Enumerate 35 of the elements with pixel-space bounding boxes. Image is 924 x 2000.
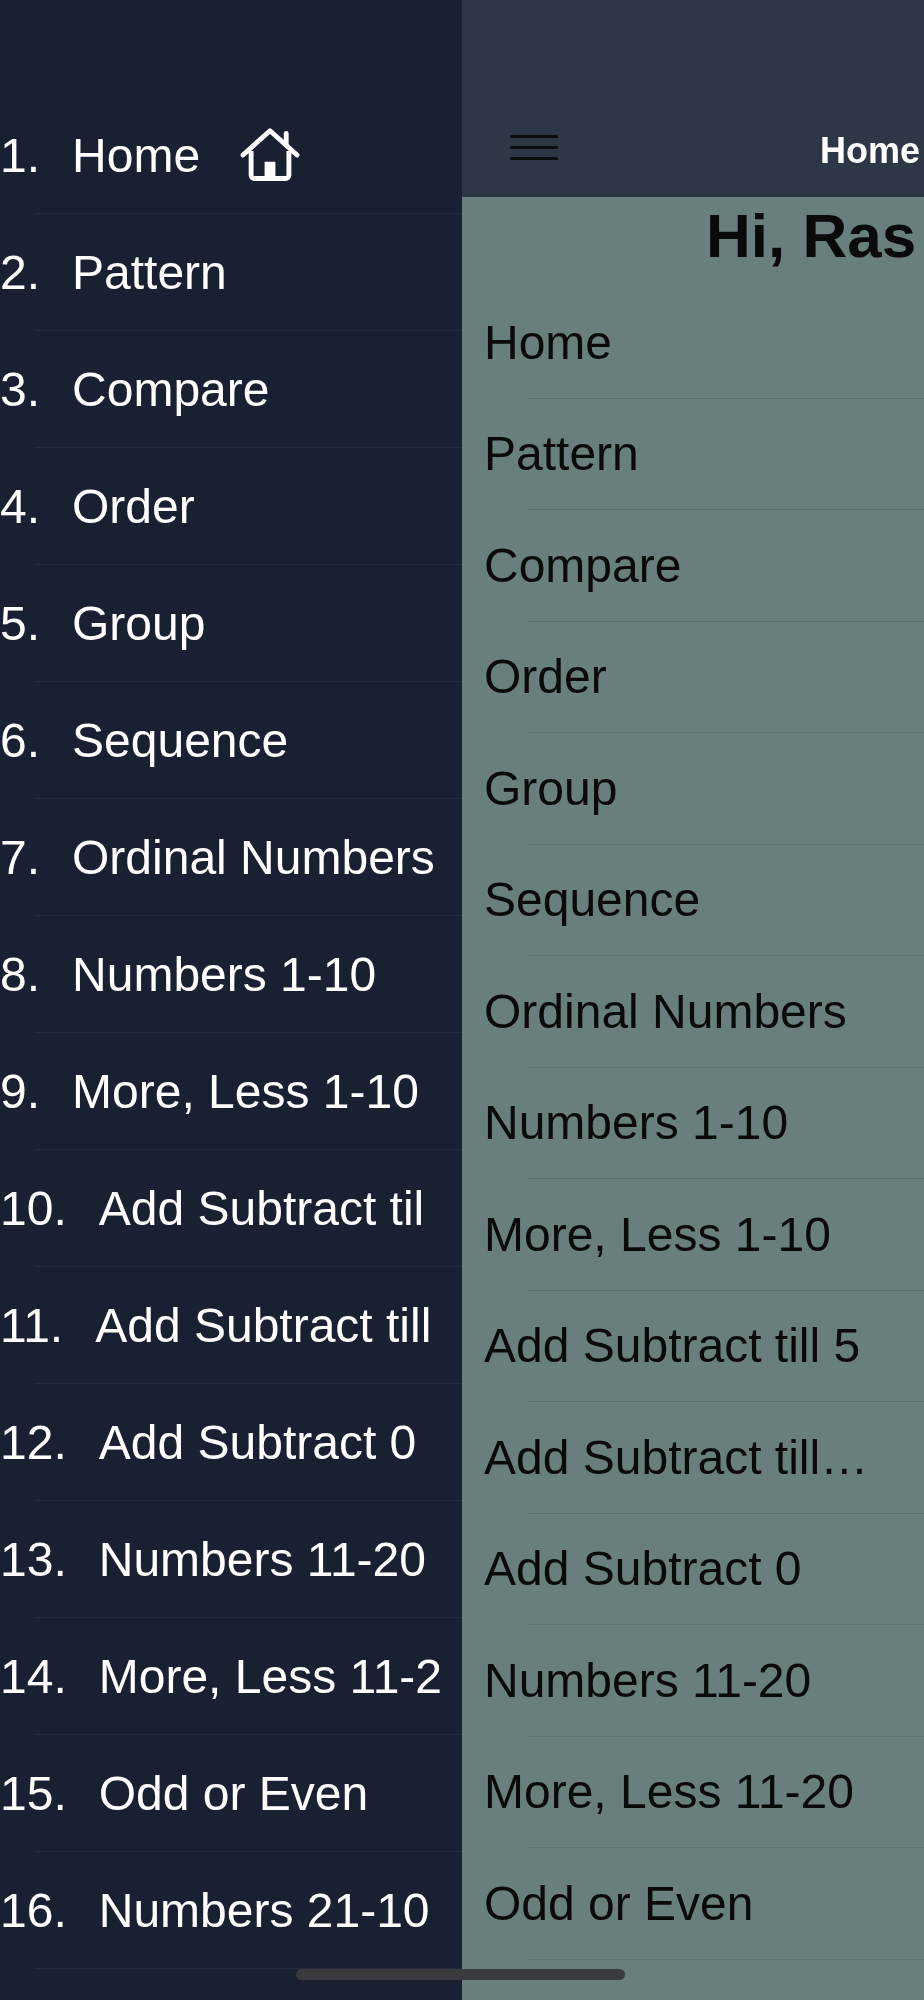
list-item[interactable]: Add Subtract till… <box>462 1402 924 1513</box>
home-icon <box>240 128 301 182</box>
menu-item[interactable]: 11. Add Subtract till <box>0 1267 462 1383</box>
list-item[interactable]: Odd or Even <box>462 1848 924 1959</box>
menu-item[interactable]: 15. Odd or Even <box>0 1735 462 1851</box>
list-item[interactable]: Home <box>462 287 924 398</box>
menu-item[interactable]: 1. Home <box>0 97 462 213</box>
menu-item[interactable]: 4. Order <box>0 448 462 564</box>
menu-item[interactable]: 9. More, Less 1-10 <box>0 1033 462 1149</box>
list-item[interactable]: Group <box>462 733 924 844</box>
menu-item[interactable]: 6. Sequence <box>0 682 462 798</box>
list-item[interactable]: Ordinal Numbers <box>462 956 924 1067</box>
list-item[interactable]: Sequence <box>462 844 924 955</box>
menu-item[interactable]: 2. Pattern <box>0 214 462 330</box>
list-item[interactable]: Numbers 1-10 <box>462 1067 924 1178</box>
list-item[interactable]: Order <box>462 621 924 732</box>
list-item[interactable]: Add Subtract till 5 <box>462 1290 924 1401</box>
menu-item[interactable]: 16. Numbers 21-10 <box>0 1852 462 1968</box>
list-item[interactable]: More, Less 1-10 <box>462 1179 924 1290</box>
menu-item[interactable]: 5. Group <box>0 565 462 681</box>
menu-item[interactable]: 14. More, Less 11-2 <box>0 1618 462 1734</box>
list-item[interactable]: Numbers 11-20 <box>462 1625 924 1736</box>
menu-item[interactable]: 8. Numbers 1-10 <box>0 916 462 1032</box>
list-item[interactable]: Compare <box>462 510 924 621</box>
page-title: Home <box>819 130 920 172</box>
menu-item[interactable]: 3. Compare <box>0 331 462 447</box>
list-item[interactable]: Pattern <box>462 398 924 509</box>
menu-item[interactable]: 10. Add Subtract til <box>0 1150 462 1266</box>
list-item[interactable]: More, Less 11-20 <box>462 1736 924 1847</box>
list-item[interactable]: Add Subtract 0 <box>462 1513 924 1624</box>
menu-icon[interactable] <box>510 135 558 160</box>
menu-item[interactable]: 12. Add Subtract 0 <box>0 1384 462 1500</box>
menu-item[interactable]: 13. Numbers 11-20 <box>0 1501 462 1617</box>
greeting-heading: Hi, Ras <box>705 200 918 272</box>
menu-item[interactable]: 7. Ordinal Numbers <box>0 799 462 915</box>
